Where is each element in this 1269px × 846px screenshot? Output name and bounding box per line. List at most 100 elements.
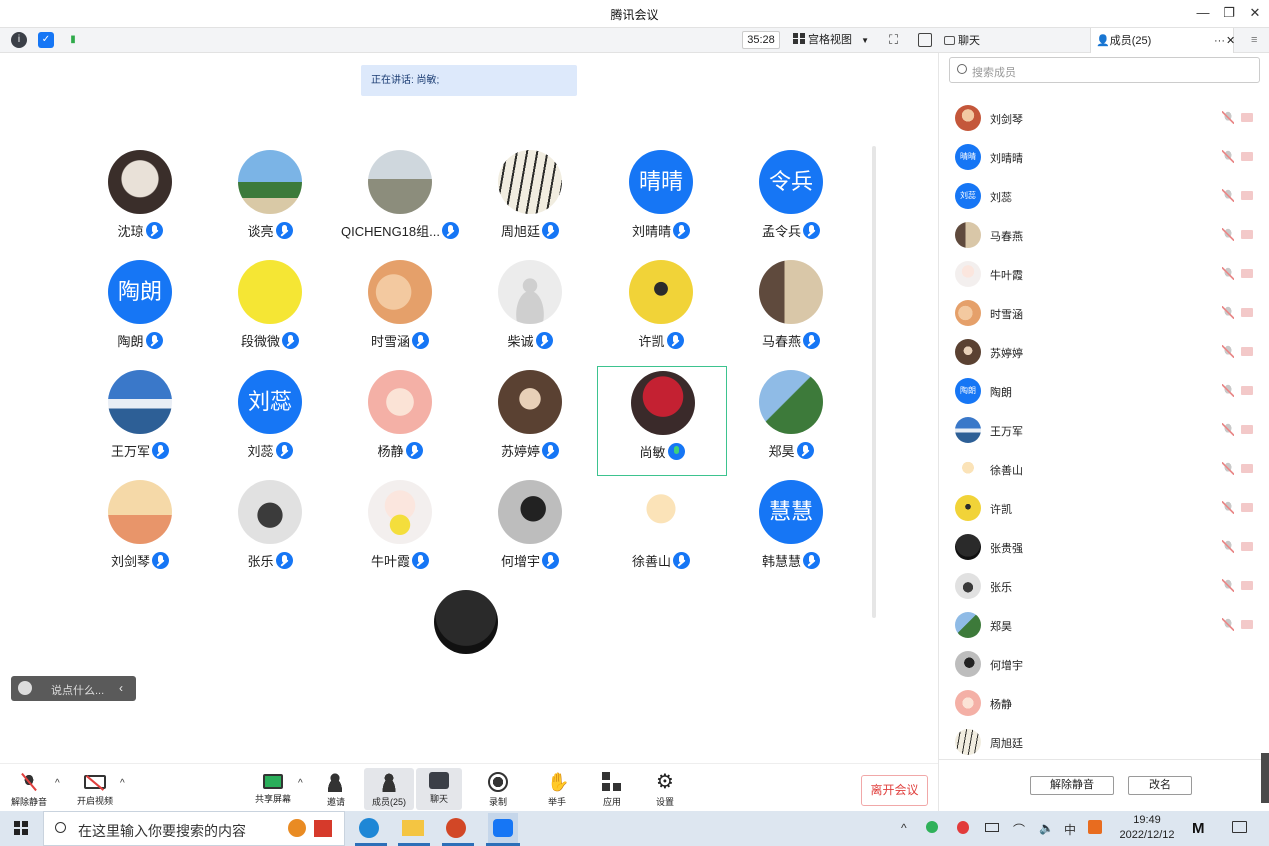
camera-off-icon[interactable]: [1241, 464, 1253, 473]
unmute-all-button[interactable]: 解除静音: [1030, 776, 1114, 795]
muted-microphone-icon[interactable]: [1222, 618, 1234, 631]
tray-expand-icon[interactable]: ^: [901, 821, 907, 835]
member-row[interactable]: 王万军: [939, 411, 1259, 449]
muted-microphone-icon[interactable]: [1222, 150, 1234, 163]
file-explorer-icon[interactable]: [400, 816, 426, 840]
grid-scrollbar[interactable]: [872, 146, 876, 618]
muted-microphone-icon[interactable]: [1222, 579, 1234, 592]
sidebar-toggle-icon[interactable]: [918, 33, 932, 47]
participant-tile-active-speaker[interactable]: 尚敏: [597, 366, 727, 476]
participant-tile[interactable]: 郑昊: [726, 370, 856, 480]
rename-button[interactable]: 改名: [1128, 776, 1192, 795]
member-row[interactable]: 张贵强: [939, 528, 1259, 566]
muted-microphone-icon[interactable]: [1222, 501, 1234, 514]
camera-off-icon[interactable]: [1241, 581, 1253, 590]
participant-tile[interactable]: 时雪涵: [335, 260, 465, 370]
participant-tile[interactable]: 段微微: [205, 260, 335, 370]
muted-microphone-icon[interactable]: [1222, 306, 1234, 319]
share-options-chevron-icon[interactable]: ^: [298, 778, 303, 789]
invite-button[interactable]: 邀请: [311, 768, 361, 810]
muted-microphone-icon[interactable]: [1222, 540, 1234, 553]
participant-tile[interactable]: 柴诚: [465, 260, 595, 370]
camera-off-icon[interactable]: [1241, 503, 1253, 512]
camera-off-icon[interactable]: [1241, 308, 1253, 317]
video-options-chevron-icon[interactable]: ^: [120, 778, 125, 789]
camera-off-icon[interactable]: [1241, 269, 1253, 278]
camera-off-icon[interactable]: [1241, 425, 1253, 434]
menu-icon[interactable]: ≡: [1251, 34, 1257, 46]
camera-off-icon[interactable]: [1241, 152, 1253, 161]
participant-tile[interactable]: 慧慧 韩慧慧: [726, 480, 856, 590]
unmute-button[interactable]: 解除静音: [4, 768, 54, 810]
member-row[interactable]: 刘蕊 刘蕊: [939, 177, 1259, 215]
participant-tile[interactable]: 陶朗 陶朗: [75, 260, 205, 370]
ime-indicator[interactable]: 中: [1064, 821, 1076, 838]
member-row[interactable]: 何增宇: [939, 645, 1259, 683]
participant-tile[interactable]: 王万军: [75, 370, 205, 480]
member-row[interactable]: 周旭廷: [939, 723, 1259, 761]
muted-microphone-icon[interactable]: [1222, 111, 1234, 124]
wechat-tray-icon[interactable]: [926, 821, 938, 833]
fullscreen-icon[interactable]: ⛶: [889, 32, 898, 48]
member-row[interactable]: 时雪涵: [939, 294, 1259, 332]
taskbar-search-input[interactable]: 在这里输入你要搜索的内容: [43, 811, 345, 846]
edge-browser-icon[interactable]: [357, 816, 383, 840]
participant-tile[interactable]: 苏婷婷: [465, 370, 595, 480]
member-row[interactable]: 刘剑琴: [939, 99, 1259, 137]
camera-off-icon[interactable]: [1241, 113, 1253, 122]
muted-microphone-icon[interactable]: [1222, 423, 1234, 436]
muted-microphone-icon[interactable]: [1222, 189, 1234, 202]
chat-quick-input[interactable]: 说点什么... ‹: [11, 676, 136, 701]
participant-tile[interactable]: 刘蕊 刘蕊: [205, 370, 335, 480]
muted-microphone-icon[interactable]: [1222, 384, 1234, 397]
muted-microphone-icon[interactable]: [1222, 228, 1234, 241]
participant-tile[interactable]: QICHENG18组...: [335, 150, 465, 260]
participant-tile[interactable]: 许凯: [596, 260, 726, 370]
powerpoint-icon[interactable]: [444, 816, 470, 840]
windows-start-icon[interactable]: [14, 821, 28, 835]
member-row[interactable]: 郑昊: [939, 606, 1259, 644]
participant-tile[interactable]: 刘剑琴: [75, 480, 205, 590]
sogou-ime-icon[interactable]: [1088, 820, 1102, 834]
chat-button[interactable]: 聊天: [416, 768, 462, 810]
participant-tile[interactable]: 沈琼: [75, 150, 205, 260]
volume-icon[interactable]: 🔈: [1039, 821, 1054, 835]
audio-options-chevron-icon[interactable]: ^: [55, 778, 60, 789]
battery-icon[interactable]: [985, 823, 999, 832]
taskbar-clock[interactable]: 19:49 2022/12/12: [1113, 813, 1181, 843]
member-row[interactable]: 徐善山: [939, 450, 1259, 488]
muted-microphone-icon[interactable]: [1241, 696, 1253, 709]
camera-off-icon[interactable]: [1241, 347, 1253, 356]
start-video-button[interactable]: 开启视频: [70, 768, 120, 810]
participant-tile[interactable]: 杨静: [335, 370, 465, 480]
members-button[interactable]: 成员(25): [364, 768, 414, 810]
minimize-button[interactable]: —: [1191, 4, 1215, 22]
tencent-meeting-app-icon[interactable]: [488, 813, 518, 843]
participant-tile[interactable]: 晴晴 刘晴晴: [596, 150, 726, 260]
notification-icon[interactable]: [1232, 821, 1247, 833]
tab-chat[interactable]: 聊天: [944, 28, 1084, 54]
close-window-button[interactable]: ✕: [1243, 4, 1267, 22]
close-panel-icon[interactable]: ✕: [1226, 28, 1235, 54]
member-row[interactable]: 张乐: [939, 567, 1259, 605]
participant-tile[interactable]: 何增宇: [465, 480, 595, 590]
participant-tile[interactable]: 徐善山: [596, 480, 726, 590]
participant-tile[interactable]: 周旭廷: [465, 150, 595, 260]
signal-icon[interactable]: ▮: [65, 32, 81, 48]
participant-tile[interactable]: 牛叶霞: [335, 480, 465, 590]
muted-microphone-icon[interactable]: [1222, 345, 1234, 358]
member-row[interactable]: 许凯: [939, 489, 1259, 527]
muted-microphone-icon[interactable]: [1222, 267, 1234, 280]
camera-off-icon[interactable]: [1241, 230, 1253, 239]
info-icon[interactable]: i: [11, 32, 27, 48]
shield-icon[interactable]: ✓: [38, 32, 54, 48]
settings-button[interactable]: ⚙ 设置: [640, 768, 690, 810]
camera-off-icon[interactable]: [1241, 542, 1253, 551]
emoji-icon[interactable]: [18, 681, 32, 695]
more-icon[interactable]: ···: [1214, 28, 1225, 54]
apps-button[interactable]: 应用: [587, 768, 637, 810]
camera-off-icon[interactable]: [1241, 191, 1253, 200]
member-row[interactable]: 马春燕: [939, 216, 1259, 254]
record-button[interactable]: 录制: [473, 768, 523, 810]
share-screen-button[interactable]: 共享屏幕: [248, 768, 298, 810]
